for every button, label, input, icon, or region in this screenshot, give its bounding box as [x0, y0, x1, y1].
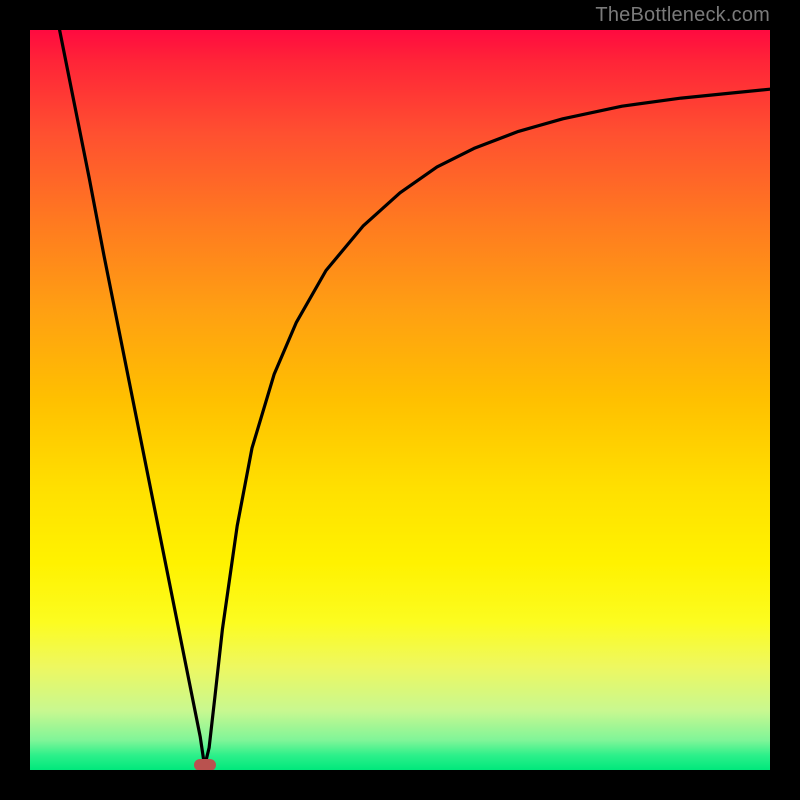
chart-frame: TheBottleneck.com — [0, 0, 800, 800]
bottleneck-curve — [30, 30, 770, 770]
optimal-point-marker — [194, 759, 216, 770]
watermark-text: TheBottleneck.com — [595, 4, 770, 27]
plot-area — [30, 30, 770, 770]
